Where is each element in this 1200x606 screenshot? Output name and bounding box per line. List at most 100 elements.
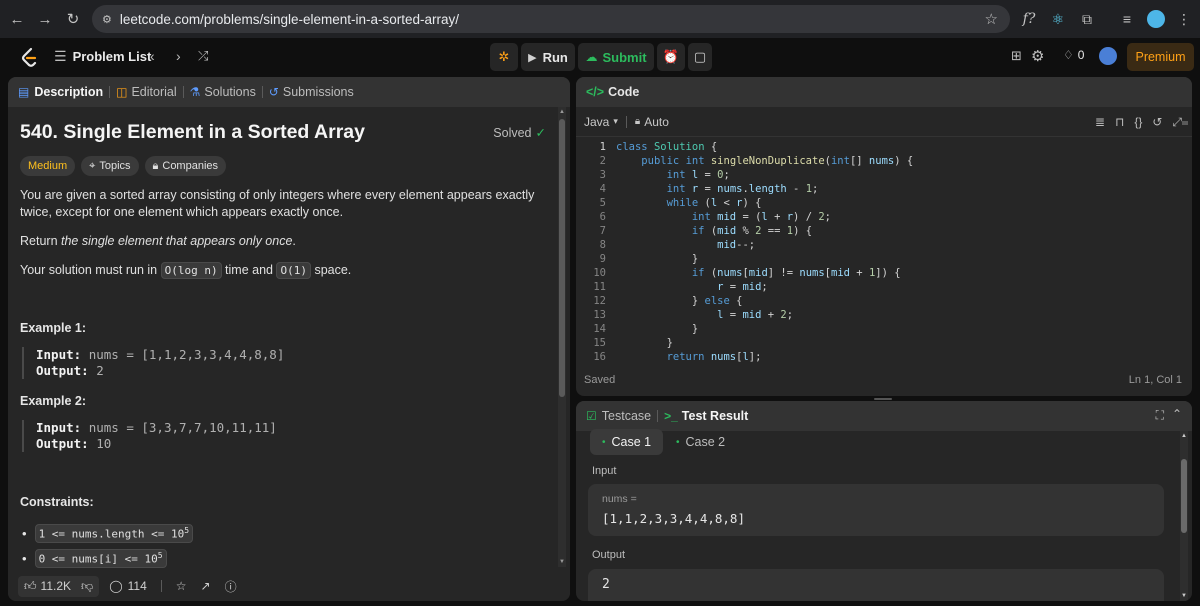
- reset-icon[interactable]: ↺: [1152, 115, 1162, 130]
- tab-submissions[interactable]: ↺ Submissions: [269, 85, 354, 99]
- browser-toolbar: ← → ↻ ⚙ leetcode.com/problems/single-ele…: [0, 0, 1200, 38]
- timer-icon[interactable]: ⏰: [657, 43, 685, 71]
- test-tabs: ☑ Testcase >_ Test Result ⛶ ⌃: [576, 401, 1192, 431]
- run-button[interactable]: ▶ Run: [521, 43, 575, 71]
- shuffle-icon[interactable]: ⤮: [198, 48, 208, 64]
- share-icon[interactable]: ↗: [201, 579, 211, 593]
- example-2-input: nums = [3,3,7,7,10,11,11]: [88, 420, 277, 435]
- code-line[interactable]: 7 if (mid % 2 == 1) {: [576, 224, 1176, 238]
- line-number: 15: [593, 337, 606, 349]
- code-line[interactable]: 4 int r = nums.length - 1;: [576, 182, 1176, 196]
- braces-icon[interactable]: {}: [1134, 115, 1142, 130]
- code-line[interactable]: 3 int l = 0;: [576, 168, 1176, 182]
- notes-icon[interactable]: ▢: [688, 43, 712, 71]
- problem-list-link[interactable]: ☰ Problem List: [54, 48, 151, 65]
- topics-chip[interactable]: ⌖ Topics: [81, 156, 139, 176]
- code-line[interactable]: 1 class Solution {: [576, 140, 1176, 154]
- comment-icon: ◯: [109, 579, 123, 593]
- submit-button[interactable]: ☁ Submit: [578, 43, 654, 71]
- browser-menu-icon[interactable]: ⋮: [1172, 7, 1196, 31]
- thumbs-down-icon[interactable]: 👎︎: [81, 579, 93, 594]
- media-controls-icon[interactable]: ≡: [1115, 7, 1139, 31]
- site-info-icon[interactable]: ⚙: [102, 13, 112, 26]
- example-1-title: Example 1:: [20, 321, 87, 335]
- formula-extension-icon[interactable]: f?: [1017, 7, 1041, 31]
- help-icon[interactable]: ⓘ: [225, 578, 237, 595]
- code-icon: </>: [586, 85, 605, 99]
- code-editor[interactable]: 1 class Solution {2 public int singleNonD…: [576, 140, 1176, 364]
- problem-description: You are given a sorted array consisting …: [20, 188, 535, 219]
- reload-icon[interactable]: ↻: [60, 6, 86, 32]
- line-number: 14: [593, 323, 606, 335]
- expand-icon[interactable]: ⤢: [1172, 115, 1182, 130]
- case-2-tab[interactable]: • Case 2: [668, 429, 733, 455]
- code-line[interactable]: 13 l = mid + 2;: [576, 308, 1176, 322]
- auto-label: Auto: [644, 114, 669, 129]
- difficulty-badge[interactable]: Medium: [20, 156, 76, 176]
- thumbs-up-icon: 👍︎: [24, 578, 37, 593]
- format-icon[interactable]: ≣: [1095, 115, 1105, 130]
- code-line[interactable]: 10 if (nums[mid] != nums[mid + 1]) {: [576, 266, 1176, 280]
- debug-icon[interactable]: ✲: [490, 43, 518, 71]
- code-line[interactable]: 11 r = mid;: [576, 280, 1176, 294]
- constraint-2-code: 0 <= nums[i] <= 105: [34, 549, 167, 568]
- code-text: }: [616, 337, 673, 349]
- editor-scrollbar[interactable]: [1182, 121, 1188, 365]
- time-complexity-code: O(log n): [160, 262, 222, 279]
- prev-problem-icon[interactable]: ‹: [150, 48, 155, 64]
- test-scrollbar[interactable]: ▲ ▼: [1180, 431, 1188, 601]
- next-problem-icon[interactable]: ›: [176, 48, 181, 64]
- tab-testcase[interactable]: ☑ Testcase: [586, 409, 651, 423]
- return-emphasis: the single element that appears only onc…: [61, 234, 293, 248]
- collapse-icon[interactable]: ⌃: [1172, 407, 1182, 421]
- code-text: }: [616, 323, 699, 335]
- forward-icon[interactable]: →: [32, 6, 58, 32]
- auto-mode[interactable]: 🔒︎ Auto: [635, 115, 669, 129]
- code-line[interactable]: 15 }: [576, 336, 1176, 350]
- profile-avatar[interactable]: [1144, 7, 1168, 31]
- back-icon[interactable]: ←: [4, 6, 30, 32]
- tab-test-result[interactable]: >_ Test Result: [664, 409, 748, 423]
- maximize-icon[interactable]: ⛶: [1156, 408, 1164, 423]
- constraints-title: Constraints:: [20, 495, 94, 509]
- premium-button[interactable]: Premium: [1127, 43, 1194, 71]
- description-scrollbar[interactable]: ▲ ▼: [558, 107, 566, 567]
- tab-editorial[interactable]: ◫ Editorial: [116, 85, 177, 99]
- tab-solutions[interactable]: ⚗ Solutions: [190, 85, 256, 99]
- tab-description[interactable]: ▤ Description: [18, 85, 103, 99]
- user-avatar[interactable]: [1099, 47, 1117, 65]
- leetcode-logo[interactable]: [20, 47, 38, 67]
- bookmark-star-icon[interactable]: ☆: [985, 10, 998, 28]
- react-extension-icon[interactable]: ⚛: [1046, 7, 1070, 31]
- panel-resize-handle[interactable]: [874, 398, 892, 400]
- description-return: Return the single element that appears o…: [20, 234, 296, 248]
- code-line[interactable]: 14 }: [576, 322, 1176, 336]
- submit-label: Submit: [602, 49, 647, 65]
- code-text: if (nums[mid] != nums[mid + 1]) {: [691, 267, 901, 279]
- streak-counter[interactable]: ♢ 0: [1063, 48, 1084, 62]
- language-select[interactable]: Java ▾: [584, 115, 618, 129]
- bookmark-icon[interactable]: ⊓: [1115, 115, 1124, 130]
- cloud-upload-icon: ☁: [585, 50, 598, 64]
- comments-button[interactable]: ◯ 114: [109, 579, 147, 593]
- code-panel-header: </> Code: [576, 77, 1192, 107]
- code-line[interactable]: 16 return nums[l];: [576, 350, 1176, 364]
- leetcode-navbar: ☰ Problem List ‹ › ⤮ ✲ ▶ Run ☁ Submit ⏰ …: [0, 38, 1200, 76]
- extensions-icon[interactable]: ⧉: [1075, 7, 1099, 31]
- constraint-item: • 1 <= nums.length <= 105: [22, 524, 194, 543]
- tab-solutions-label: Solutions: [204, 85, 256, 99]
- companies-chip[interactable]: 🔒︎ Companies: [144, 156, 227, 176]
- code-line[interactable]: 6 int mid = (l + r) / 2;: [576, 210, 1176, 224]
- address-bar[interactable]: ⚙ leetcode.com/problems/single-element-i…: [92, 5, 1010, 33]
- code-line[interactable]: 9 }: [576, 252, 1176, 266]
- code-line[interactable]: 8 mid--;: [576, 238, 1176, 252]
- example-1-input: nums = [1,1,2,3,3,4,4,8,8]: [88, 347, 285, 362]
- case-1-tab[interactable]: • Case 1: [590, 429, 664, 455]
- code-line[interactable]: 2 public int singleNonDuplicate(int[] nu…: [576, 154, 1176, 168]
- layout-icon[interactable]: ⊞: [1011, 48, 1022, 64]
- code-line[interactable]: 5 while (l < r) {: [576, 196, 1176, 210]
- settings-icon[interactable]: ⚙: [1031, 47, 1044, 65]
- code-line[interactable]: 12 } else {: [576, 294, 1176, 308]
- favorite-star-icon[interactable]: ☆: [176, 579, 187, 593]
- like-button[interactable]: 👍︎ 11.2K 👎︎: [18, 575, 100, 597]
